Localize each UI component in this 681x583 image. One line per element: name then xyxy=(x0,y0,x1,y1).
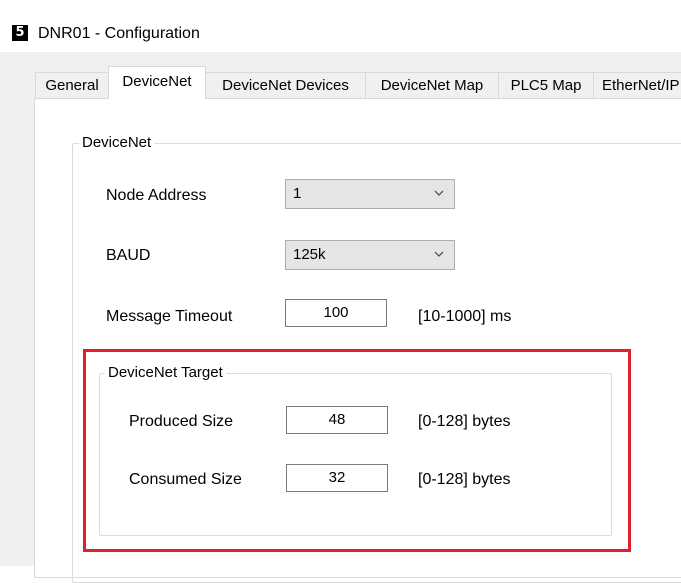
chevron-down-icon xyxy=(434,190,444,196)
baud-value: 125k xyxy=(293,246,326,263)
tab-plc5-map[interactable]: PLC5 Map xyxy=(498,72,594,98)
message-timeout-input[interactable]: 100 xyxy=(285,299,387,327)
highlight-box xyxy=(83,349,631,552)
tab-ethernet-ip[interactable]: EtherNet/IP xyxy=(593,72,681,98)
window-title: DNR01 - Configuration xyxy=(38,25,200,42)
chevron-down-icon xyxy=(434,251,444,257)
title-bar: 5 DNR01 - Configuration xyxy=(0,0,681,52)
node-address-label: Node Address xyxy=(106,187,207,204)
node-address-value: 1 xyxy=(293,185,302,202)
baud-select[interactable]: 125k xyxy=(285,240,455,270)
baud-label: BAUD xyxy=(106,247,151,264)
message-timeout-label: Message Timeout xyxy=(106,308,233,325)
message-timeout-range: [10-1000] ms xyxy=(418,308,512,325)
left-margin xyxy=(0,98,10,566)
tab-devicenet-map[interactable]: DeviceNet Map xyxy=(365,72,499,98)
tab-general[interactable]: General xyxy=(35,72,109,98)
tab-devicenet[interactable]: DeviceNet xyxy=(108,66,206,99)
tab-strip: General DeviceNet DeviceNet Devices Devi… xyxy=(0,64,681,99)
app-icon: 5 xyxy=(12,25,28,41)
node-address-select[interactable]: 1 xyxy=(285,179,455,209)
tab-devicenet-devices[interactable]: DeviceNet Devices xyxy=(205,72,366,98)
devicenet-group-label: DeviceNet xyxy=(79,134,155,152)
